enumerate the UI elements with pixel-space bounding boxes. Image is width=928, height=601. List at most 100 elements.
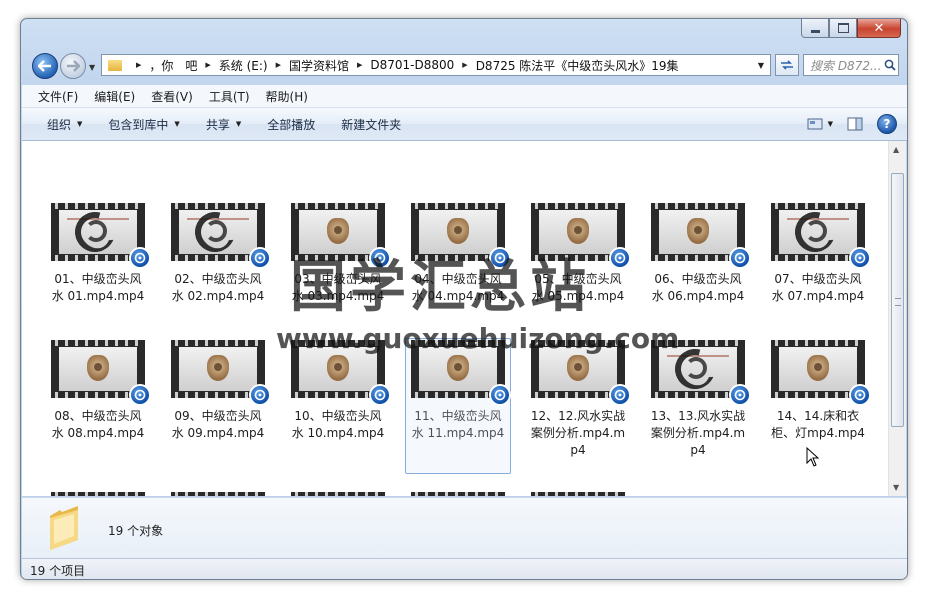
watermark-url: www.guoxuehuizong.com	[276, 322, 680, 355]
search-icon[interactable]	[882, 59, 898, 71]
emblem-icon	[207, 355, 229, 381]
organize-button[interactable]: 组织 ▼	[22, 116, 95, 133]
breadcrumb-item[interactable]: ，你 吧	[149, 57, 197, 74]
maximize-button[interactable]	[829, 19, 857, 38]
menu-help[interactable]: 帮助(H)	[258, 88, 316, 105]
details-pane: 19 个对象	[22, 497, 907, 558]
address-bar[interactable]: ▶ ，你 吧 ▶ 系统 (E:) ▶ 国学资料馆 ▶ D8701-D8800 ▶…	[101, 54, 771, 76]
file-name: 09、中级峦头风水 09.mp4.mp4	[171, 409, 265, 440]
navigation-row: ▼ ▶ ，你 吧 ▶ 系统 (E:) ▶ 国学资料馆 ▶ D8701-D8800…	[29, 51, 901, 81]
media-player-icon	[249, 384, 271, 406]
menu-edit[interactable]: 编辑(E)	[86, 88, 143, 105]
address-history-dropdown[interactable]: ▼	[758, 61, 764, 70]
breadcrumb-item[interactable]: 系统 (E:)	[219, 57, 268, 74]
file-item[interactable]: 12、12.风水实战案例分析.mp4.mp4	[525, 340, 631, 459]
file-name: 14、14.床和衣柜、灯mp4.mp4	[771, 409, 865, 440]
chevron-right-icon[interactable]: ▶	[276, 61, 281, 69]
film-strip	[51, 492, 145, 496]
menu-tools[interactable]: 工具(T)	[201, 88, 258, 105]
media-player-icon	[369, 384, 391, 406]
menu-view[interactable]: 查看(V)	[143, 88, 201, 105]
media-player-icon	[249, 247, 271, 269]
file-item[interactable]: 10、中级峦头风水 10.mp4.mp4	[285, 340, 391, 442]
video-frame	[779, 210, 857, 254]
chevron-right-icon[interactable]: ▶	[136, 61, 141, 69]
media-player-icon	[849, 384, 871, 406]
minimize-icon	[810, 29, 820, 33]
file-item[interactable]: 06、中级峦头风水 06.mp4.mp4	[645, 203, 751, 305]
include-in-library-button[interactable]: 包含到库中 ▼	[95, 116, 192, 133]
film-strip	[531, 203, 625, 209]
media-player-icon	[489, 384, 511, 406]
forward-button[interactable]	[60, 53, 86, 79]
file-item[interactable]: 08、中级峦头风水 08.mp4.mp4	[45, 340, 151, 442]
emblem-icon	[687, 218, 709, 244]
emblem-icon	[807, 355, 829, 381]
command-bar: 组织 ▼ 包含到库中 ▼ 共享 ▼ 全部播放 新建文件夹 ▼ ?	[22, 108, 907, 141]
scroll-down-icon[interactable]: ▼	[893, 483, 899, 492]
file-item[interactable]: 09、中级峦头风水 09.mp4.mp4	[165, 340, 271, 442]
file-item[interactable]: 13、13.风水实战案例分析.mp4.mp4	[645, 340, 751, 459]
video-thumbnail	[771, 340, 871, 406]
chevron-right-icon[interactable]: ▶	[357, 61, 362, 69]
menu-file[interactable]: 文件(F)	[22, 88, 86, 105]
file-item[interactable]: 02、中级峦头风水 02.mp4.mp4	[165, 203, 271, 305]
file-item[interactable]: 07、中级峦头风水 07.mp4.mp4	[765, 203, 871, 305]
chevron-right-icon[interactable]: ▶	[462, 61, 467, 69]
file-item[interactable]	[45, 492, 151, 496]
media-player-icon	[129, 247, 151, 269]
search-box[interactable]: 搜索 D872...	[803, 54, 899, 76]
video-thumbnail	[51, 203, 151, 269]
chevron-down-icon: ▼	[827, 120, 833, 128]
file-item[interactable]: 11、中级峦头风水 11.mp4.mp4	[405, 338, 511, 474]
preview-pane-icon[interactable]	[847, 117, 863, 131]
change-view-button[interactable]: ▼	[807, 118, 833, 130]
file-item[interactable]	[525, 492, 631, 496]
status-bar: 19 个项目	[22, 558, 907, 579]
new-folder-button[interactable]: 新建文件夹	[328, 116, 414, 133]
media-player-icon	[729, 384, 751, 406]
file-name: 07、中级峦头风水 07.mp4.mp4	[771, 272, 865, 303]
include-in-library-label: 包含到库中	[108, 117, 169, 132]
video-thumbnail	[171, 340, 271, 406]
emblem-icon	[447, 355, 469, 381]
film-strip	[171, 492, 265, 496]
film-strip	[171, 203, 265, 209]
scroll-up-icon[interactable]: ▲	[893, 145, 899, 154]
emblem-icon	[327, 355, 349, 381]
chevron-right-icon[interactable]: ▶	[205, 61, 210, 69]
video-thumbnail	[171, 492, 265, 496]
emblem-icon	[567, 218, 589, 244]
breadcrumb-item[interactable]: D8725 陈法平《中级峦头风水》19集	[476, 57, 679, 74]
scrollbar-thumb[interactable]	[891, 173, 904, 427]
file-item[interactable]	[165, 492, 271, 496]
help-icon[interactable]: ?	[877, 114, 897, 134]
file-item[interactable]	[285, 492, 391, 496]
file-item[interactable]	[405, 492, 511, 496]
refresh-button[interactable]	[775, 54, 799, 76]
minimize-button[interactable]	[801, 19, 829, 38]
film-strip	[651, 203, 745, 209]
view-controls: ▼ ?	[807, 114, 897, 134]
close-button[interactable]: ✕	[857, 19, 901, 38]
search-input[interactable]: 搜索 D872...	[804, 57, 882, 74]
share-button[interactable]: 共享 ▼	[193, 116, 254, 133]
file-item[interactable]: 01、中级峦头风水 01.mp4.mp4	[45, 203, 151, 305]
media-player-icon	[849, 247, 871, 269]
file-name: 10、中级峦头风水 10.mp4.mp4	[291, 409, 385, 440]
watermark-text: 国学汇总站	[290, 255, 590, 320]
file-name: 06、中级峦头风水 06.mp4.mp4	[651, 272, 745, 303]
recent-pages-dropdown[interactable]: ▼	[89, 63, 95, 72]
vertical-scrollbar[interactable]: ▲ ▼	[888, 141, 906, 496]
mouse-cursor-icon	[806, 447, 820, 467]
play-all-button[interactable]: 全部播放	[254, 116, 328, 133]
breadcrumb-item[interactable]: 国学资料馆	[289, 57, 349, 74]
back-button[interactable]	[32, 53, 58, 79]
caption-buttons: ✕	[801, 19, 901, 38]
film-strip	[291, 203, 385, 209]
film-strip	[51, 340, 145, 346]
file-item[interactable]: 14、14.床和衣柜、灯mp4.mp4	[765, 340, 871, 442]
file-name: 12、12.风水实战案例分析.mp4.mp4	[530, 409, 626, 457]
breadcrumb-item[interactable]: D8701-D8800	[370, 58, 454, 72]
close-icon: ✕	[873, 20, 885, 36]
